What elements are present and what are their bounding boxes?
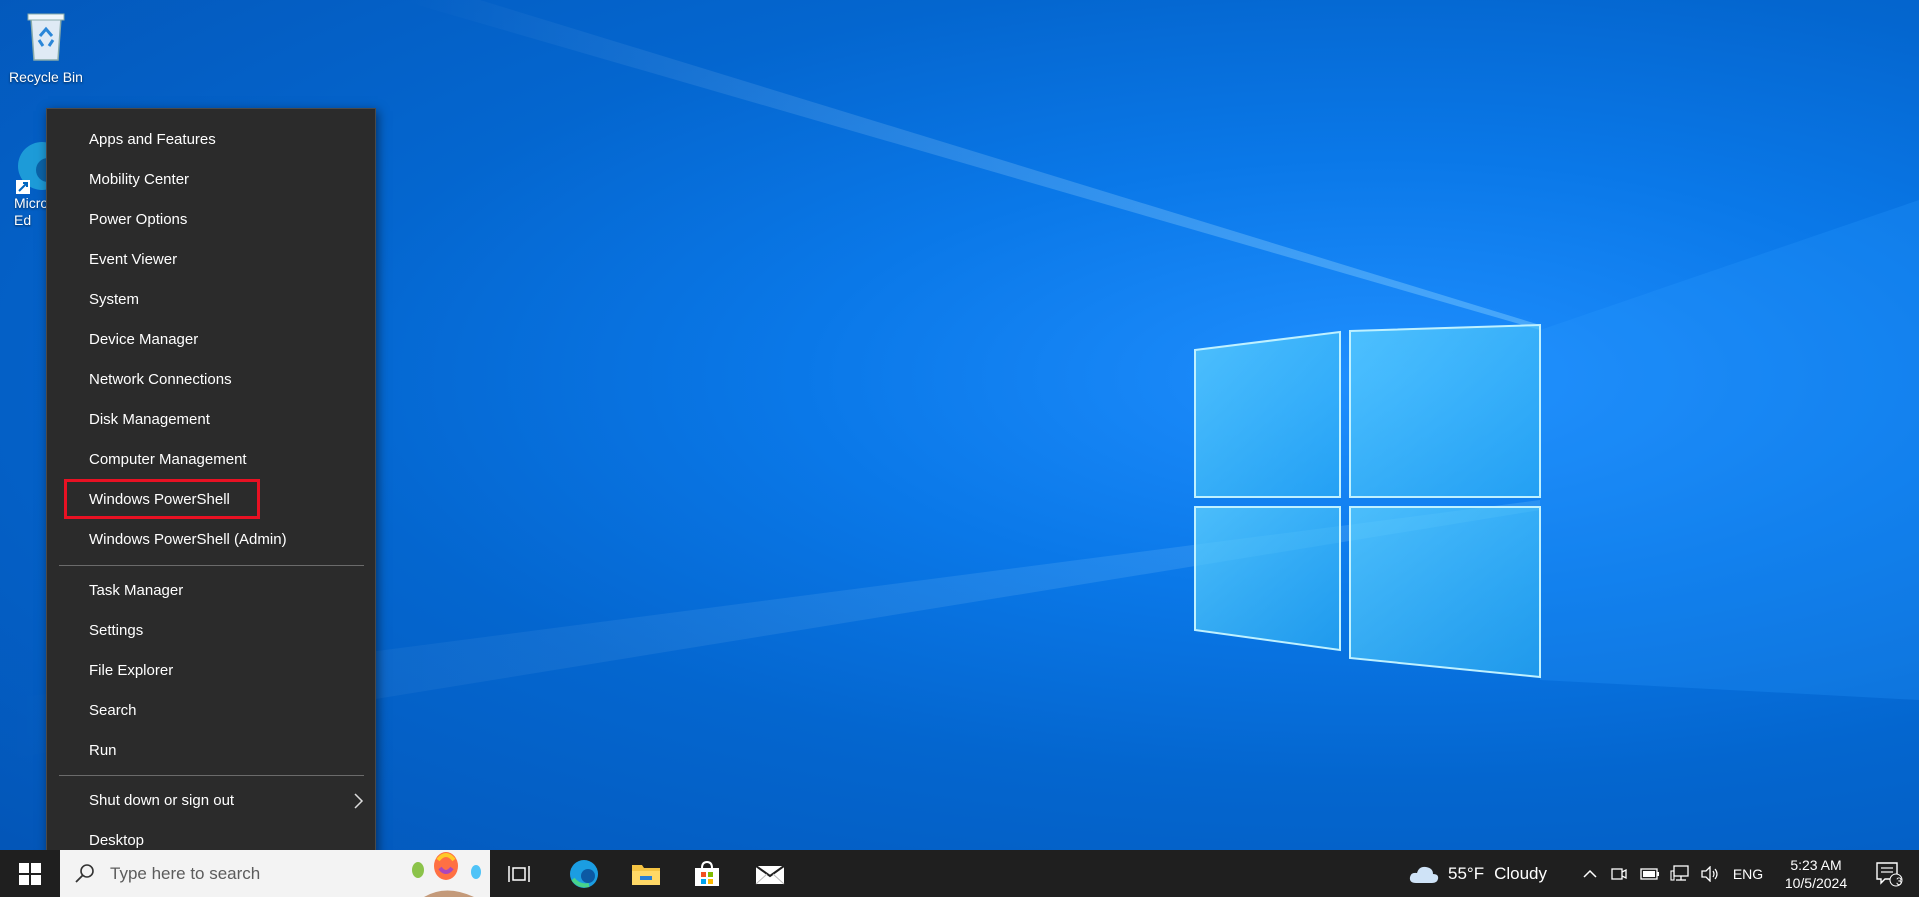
action-center-button[interactable]: 3 [1864,850,1914,897]
taskbar-store-button[interactable] [683,850,731,897]
speaker-icon [1701,865,1718,882]
clock-time: 5:23 AM [1790,856,1842,873]
menu-item-label: Shut down or sign out [89,792,235,809]
network-button[interactable] [1668,850,1692,897]
menu-item-search[interactable]: Search [47,691,375,731]
chevron-up-icon [1583,869,1597,878]
taskbar-mail-button[interactable] [746,850,794,897]
menu-item-computer-management[interactable]: Computer Management [47,440,375,480]
volume-button[interactable] [1698,850,1722,897]
search-placeholder: Type here to search [110,863,261,883]
language-label: ENG [1732,865,1764,882]
edge-icon [570,859,598,888]
menu-item-network-connections[interactable]: Network Connections [47,360,375,400]
language-indicator[interactable]: ENG [1730,850,1766,897]
desktop-icon-recycle-bin[interactable]: Recycle Bin [1,8,91,86]
taskbar-edge-button[interactable] [560,850,608,897]
chevron-right-icon [354,793,364,809]
cloud-icon [1409,866,1439,883]
battery-button[interactable] [1638,850,1662,897]
winx-context-menu: Apps and Features Mobility Center Power … [46,108,376,872]
weather-widget[interactable]: 55°F Cloudy [1408,850,1558,897]
task-view-icon [508,865,530,882]
network-icon [1670,864,1689,881]
file-explorer-icon [632,864,660,885]
search-highlight-balloons-icon [412,852,481,897]
menu-item-mobility-center[interactable]: Mobility Center [47,160,375,200]
menu-item-apps-and-features[interactable]: Apps and Features [47,120,375,160]
menu-item-run[interactable]: Run [47,731,375,771]
menu-item-system[interactable]: System [47,280,375,320]
menu-item-power-options[interactable]: Power Options [47,200,375,240]
taskbar-file-explorer-button[interactable] [622,850,670,897]
menu-item-event-viewer[interactable]: Event Viewer [47,240,375,280]
highlight-annotation-box [64,479,260,519]
meet-now-icon [1611,867,1627,880]
windows-start-icon [19,862,41,885]
battery-icon [1640,867,1659,880]
search-icon [75,864,94,883]
notification-badge: 3 [1896,876,1903,888]
clock[interactable]: 5:23 AM 10/5/2024 [1774,850,1858,897]
show-hidden-icons-button[interactable] [1580,850,1600,897]
mail-icon [755,864,785,884]
desktop-icon-label: Recycle Bin [9,69,83,85]
store-icon [695,860,719,886]
menu-item-device-manager[interactable]: Device Manager [47,320,375,360]
meet-now-button[interactable] [1608,850,1630,897]
recycle-bin-icon [27,13,65,61]
clock-date: 10/5/2024 [1784,874,1848,891]
taskbar-search-box[interactable]: Type here to search [60,850,490,897]
menu-item-disk-management[interactable]: Disk Management [47,400,375,440]
task-view-button[interactable] [508,850,530,897]
weather-temp: 55°F [1448,863,1485,883]
menu-item-shut-down[interactable]: Shut down or sign out [47,781,375,821]
menu-item-windows-powershell-admin[interactable]: Windows PowerShell (Admin) [47,520,375,560]
menu-item-settings[interactable]: Settings [47,611,375,651]
menu-separator [59,565,364,566]
menu-item-task-manager[interactable]: Task Manager [47,571,375,611]
weather-condition: Cloudy [1494,863,1548,883]
start-button[interactable] [0,850,60,897]
windows-logo-wallpaper [1194,323,1541,679]
menu-separator [59,775,364,776]
menu-item-file-explorer[interactable]: File Explorer [47,651,375,691]
